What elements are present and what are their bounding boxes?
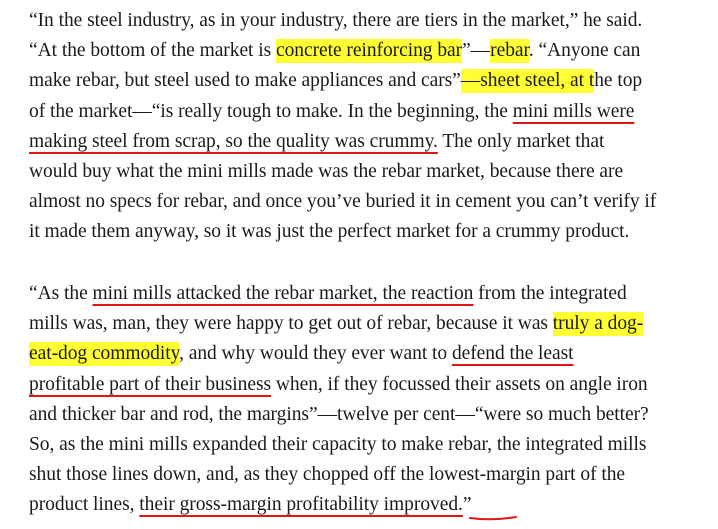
text-line: making steel from scrap, so the quality … (29, 127, 604, 157)
text-segment: , and why would they ever want to (179, 343, 452, 365)
text-line: make rebar, but steel used to make appli… (29, 66, 642, 96)
text-line: eat-dog commodity, and why would they ev… (29, 339, 574, 369)
text-segment: So, as the mini mills expanded their cap… (29, 434, 647, 455)
text-segment: almost no specs for rebar, and once you’… (29, 191, 657, 213)
pen-underline-tail (469, 516, 517, 521)
text-line: “At the bottom of the market is concrete… (29, 36, 640, 66)
underlined-text: profitable part of their business (29, 373, 272, 395)
highlighted-text: eat-dog commodity (29, 342, 180, 367)
text-line: “In the steel industry, as in your indus… (29, 6, 642, 36)
highlighted-text: concrete reinforcing bar (275, 39, 463, 64)
text-segment: ” (462, 494, 472, 516)
text-segment: The only market that (437, 130, 605, 152)
text-segment: . “Anyone can (528, 40, 641, 62)
text-segment: from the integrated (473, 283, 627, 304)
highlighted-text: —sheet steel, at t (460, 69, 595, 94)
text-segment: product lines, (29, 494, 140, 516)
text-line: mills was, man, they were happy to get o… (29, 309, 643, 339)
text-line: of the market—“is really tough to make. … (29, 97, 634, 127)
text-segment: “In the steel industry, as in your indus… (29, 10, 643, 31)
text-line: shut those lines down, and, as they chop… (29, 460, 625, 490)
document-page: “In the steel industry, as in your indus… (0, 0, 718, 529)
text-line: profitable part of their business when, … (29, 370, 648, 400)
text-segment: it made them anyway, so it was just the … (29, 221, 630, 243)
text-segment: of the market—“is really tough to make. … (29, 100, 513, 122)
underlined-text: their gross-margin profitability improve… (139, 494, 463, 516)
highlighted-text: truly a dog- (552, 312, 644, 337)
text-line: would buy what the mini mills made was t… (29, 157, 623, 187)
text-segment: he top (594, 70, 643, 92)
highlighted-text: rebar (490, 39, 529, 64)
text-segment: “As the (29, 283, 93, 304)
underlined-text: defend the least (451, 343, 574, 365)
text-segment: when, if they focussed their assets on a… (271, 373, 648, 395)
underlined-text: mini mills were (512, 100, 635, 122)
text-line: “As the mini mills attacked the rebar ma… (29, 279, 627, 309)
text-segment: make rebar, but steel used to make appli… (29, 70, 461, 92)
underlined-text: making steel from scrap, so the quality … (29, 130, 438, 152)
text-line: product lines, their gross-margin profit… (29, 490, 472, 520)
text-segment: and thicker bar and rod, the margins”—tw… (29, 403, 649, 425)
text-line: it made them anyway, so it was just the … (29, 217, 629, 247)
text-line: almost no specs for rebar, and once you’… (29, 187, 656, 217)
text-segment: shut those lines down, and, as they chop… (29, 464, 626, 486)
text-segment: mills was, man, they were happy to get o… (29, 313, 553, 335)
text-segment: ”— (462, 40, 491, 62)
text-segment: would buy what the mini mills made was t… (29, 161, 624, 182)
text-line: and thicker bar and rod, the margins”—tw… (29, 400, 649, 430)
underlined-text: mini mills attacked the rebar market, th… (92, 283, 474, 304)
text-segment: “At the bottom of the market is (29, 40, 276, 62)
text-line: So, as the mini mills expanded their cap… (29, 430, 646, 460)
